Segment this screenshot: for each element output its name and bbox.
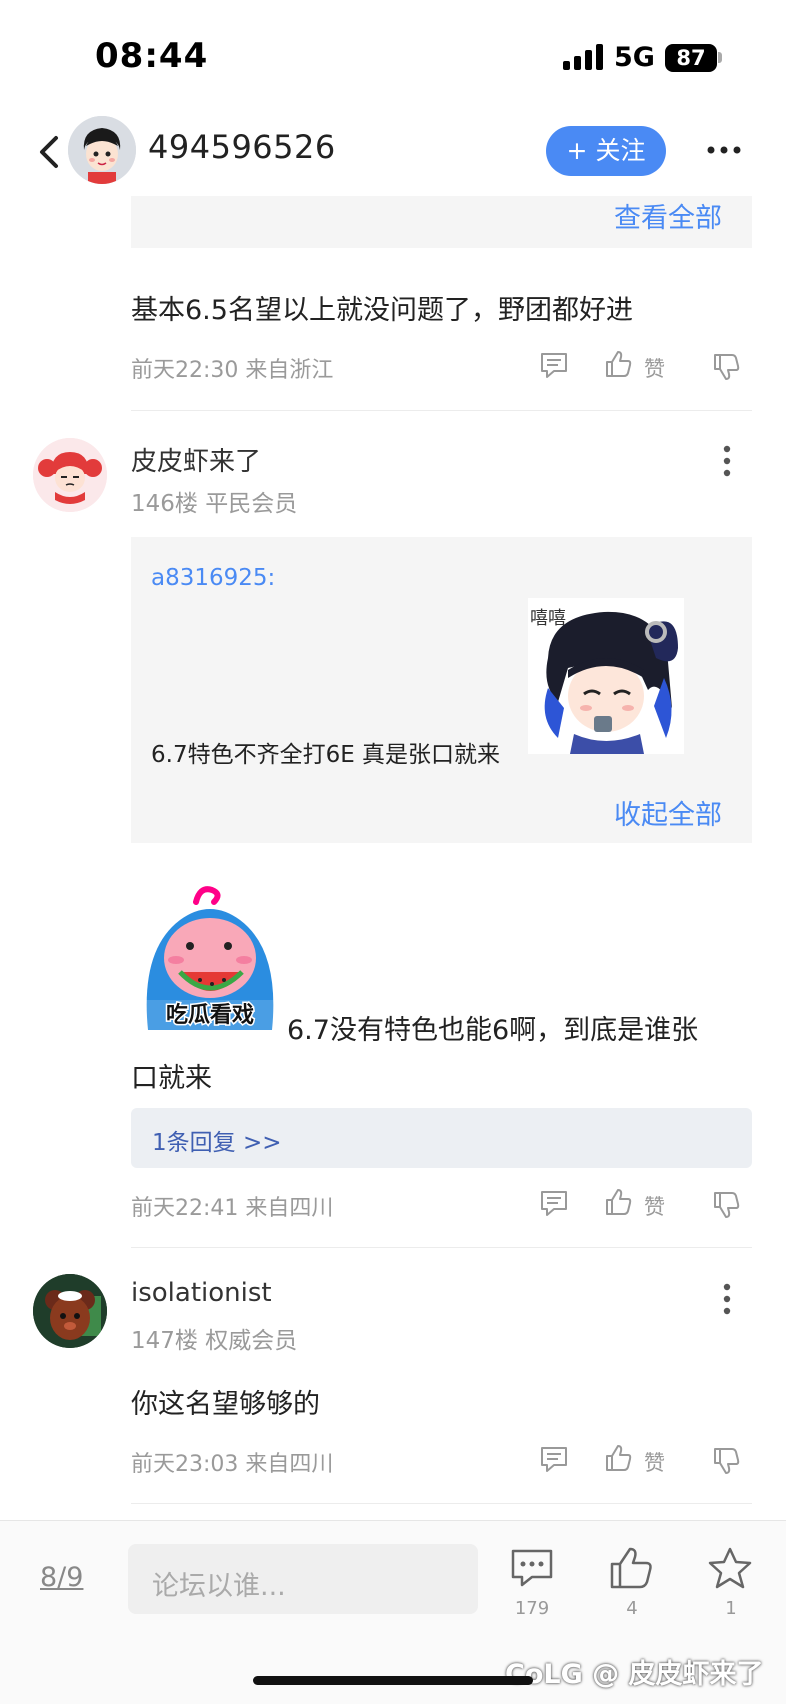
signal-icon: [563, 44, 605, 70]
comment-text: 你这名望够够的: [131, 1389, 320, 1420]
comment-icon[interactable]: [510, 1548, 554, 1588]
reply-icon[interactable]: [539, 1188, 569, 1218]
reply-icon[interactable]: [539, 350, 569, 380]
dislike-icon[interactable]: [711, 1446, 741, 1476]
more-options-icon[interactable]: [706, 140, 742, 160]
dislike-icon[interactable]: [711, 1190, 741, 1220]
like-label[interactable]: 赞: [644, 353, 665, 383]
quoted-text: 6.7特色不齐全打6E 真是张口就来: [151, 742, 501, 768]
comment-count: 179: [514, 1598, 550, 1619]
comment-input-placeholder[interactable]: 论坛以谁...: [152, 1564, 286, 1603]
comment-text: 基本6.5名望以上就没问题了，野团都好进: [131, 295, 633, 326]
floor-author-name[interactable]: isolationist: [131, 1278, 272, 1308]
divider: [131, 1247, 752, 1248]
star-icon[interactable]: [707, 1546, 753, 1590]
comment-text-line1: 6.7没有特色也能6啊，到底是谁张: [287, 1015, 699, 1046]
kebab-menu-icon[interactable]: [723, 1283, 731, 1315]
sticker-caption: 嘻嘻: [530, 608, 566, 629]
star-count: 1: [725, 1598, 737, 1619]
like-label[interactable]: 赞: [644, 1191, 665, 1221]
network-label: 5G: [614, 42, 655, 73]
like-icon[interactable]: [603, 1187, 633, 1217]
like-label[interactable]: 赞: [644, 1447, 665, 1477]
avatar[interactable]: [33, 438, 107, 512]
quoted-user[interactable]: a8316925:: [151, 565, 275, 591]
page-indicator[interactable]: 8/9: [40, 1562, 83, 1593]
divider: [131, 410, 752, 411]
view-all-link[interactable]: 查看全部: [614, 196, 722, 235]
avatar[interactable]: [68, 116, 136, 184]
follow-button[interactable]: + 关注: [546, 126, 666, 176]
header-username: 494596526: [148, 128, 336, 166]
reply-icon[interactable]: [539, 1444, 569, 1474]
like-icon[interactable]: [603, 349, 633, 379]
comment-text-line2: 口就来: [131, 1063, 212, 1094]
like-icon[interactable]: [603, 1443, 633, 1473]
watermelon-emoji-image: 吃瓜看戏: [140, 880, 280, 1036]
thumbs-up-icon[interactable]: [608, 1546, 654, 1590]
watermark: CoLG @ 皮皮虾来了: [505, 1659, 764, 1690]
view-replies-link[interactable]: 1条回复 >>: [152, 1123, 282, 1157]
floor-author-name[interactable]: 皮皮虾来了: [131, 441, 261, 478]
home-indicator[interactable]: [253, 1676, 533, 1685]
divider: [131, 1503, 752, 1504]
emoji-caption: 吃瓜看戏: [166, 1002, 254, 1028]
anime-sticker-image: 嘻嘻: [528, 598, 684, 754]
comment-meta: 前天22:30 来自浙江: [131, 358, 334, 383]
like-count: 4: [626, 1598, 638, 1619]
dislike-icon[interactable]: [711, 352, 741, 382]
floor-meta: 146楼 平民会员: [131, 491, 298, 517]
comment-meta: 前天23:03 来自四川: [131, 1452, 334, 1477]
comment-meta: 前天22:41 来自四川: [131, 1196, 334, 1221]
battery-tip: [718, 52, 722, 63]
battery-icon: 87: [665, 44, 717, 72]
kebab-menu-icon[interactable]: [723, 445, 731, 477]
avatar[interactable]: [33, 1274, 107, 1348]
collapse-link[interactable]: 收起全部: [614, 793, 722, 832]
back-icon[interactable]: [36, 132, 62, 172]
floor-meta: 147楼 权威会员: [131, 1328, 298, 1354]
status-time: 08:44: [95, 36, 209, 76]
